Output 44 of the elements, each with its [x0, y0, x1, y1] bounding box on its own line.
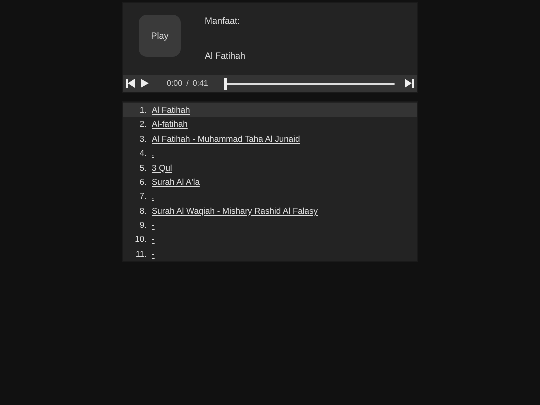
progress-thumb[interactable] — [224, 78, 228, 90]
item-number: 2. — [138, 120, 147, 129]
track-link[interactable]: - — [152, 250, 155, 258]
playlist-item[interactable]: 5. 3 Qul — [123, 160, 417, 175]
previous-button[interactable] — [126, 79, 135, 88]
item-number: 9. — [138, 221, 147, 230]
playlist-item[interactable]: 6. Surah Al A'la — [123, 174, 417, 190]
item-number: 5. — [138, 164, 147, 172]
track-link[interactable]: - — [152, 221, 155, 230]
track-link[interactable]: Al Fatihah - Muhammad Taha Al Junaid — [152, 134, 300, 144]
item-number: 6. — [138, 178, 147, 186]
playlist-item[interactable]: 1. Al Fatihah — [123, 103, 417, 118]
playlist-item[interactable]: 9. - — [123, 218, 417, 233]
playlist-item[interactable]: 3. Al Fatihah - Muhammad Taha Al Junaid — [123, 132, 417, 146]
item-number: 11. — [134, 250, 147, 258]
track-link[interactable]: Al Fatihah — [152, 106, 190, 114]
info-label: Manfaat: — [205, 16, 242, 26]
next-button[interactable] — [405, 79, 414, 88]
item-number: 10. — [134, 235, 147, 244]
item-number: 7. — [138, 192, 147, 201]
track-link[interactable]: Surah Al Waqiah - Mishary Rashid Al Falasy — [152, 206, 318, 216]
playlist-item[interactable]: 11. - — [123, 246, 417, 262]
playlist-item[interactable]: 10. - — [123, 232, 417, 247]
track-title: Al Fatihah — [205, 51, 246, 61]
track-link[interactable]: Surah Al A'la — [152, 178, 200, 186]
time-separator: / — [186, 79, 189, 88]
playlist-item[interactable]: 2. Al-fatihah — [123, 117, 417, 132]
track-link[interactable]: - — [152, 235, 155, 244]
duration: 0:41 — [192, 79, 208, 88]
item-number: 1. — [138, 106, 147, 114]
track-link[interactable]: . — [152, 149, 154, 158]
play-icon[interactable] — [141, 79, 149, 88]
track-link[interactable]: Al-fatihah — [152, 120, 188, 129]
playlist-item[interactable]: 7. . — [123, 189, 417, 204]
track-link[interactable]: . — [152, 192, 154, 201]
item-number: 4. — [138, 149, 147, 158]
item-number: 8. — [138, 206, 147, 216]
progress-track[interactable] — [224, 78, 395, 90]
play-button[interactable]: Play — [139, 15, 181, 57]
current-time: 0:00 — [167, 79, 183, 88]
item-number: 3. — [138, 134, 147, 144]
playlist-item[interactable]: 8. Surah Al Waqiah - Mishary Rashid Al Falasy — [123, 204, 417, 218]
track-link[interactable]: 3 Qul — [152, 164, 172, 172]
playlist-item[interactable]: 4. . — [123, 146, 417, 161]
